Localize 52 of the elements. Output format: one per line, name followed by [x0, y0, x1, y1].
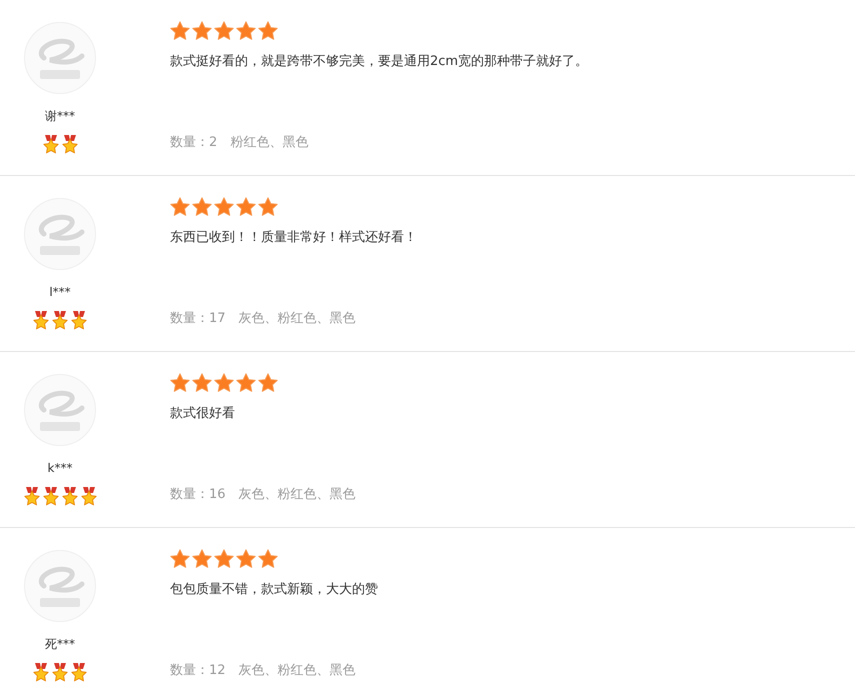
review-text: 包包质量不错，款式新颖，大大的赞	[170, 581, 379, 599]
star-icon	[192, 373, 212, 393]
star-icon	[192, 197, 212, 217]
color-options-text: 灰色、粉红色、黑色	[238, 486, 356, 504]
avatar-placeholder	[24, 550, 96, 622]
medal-icon	[52, 663, 68, 682]
quantity-text: 数量：2	[170, 134, 218, 152]
medal-icon	[62, 135, 78, 154]
star-icon	[214, 21, 234, 41]
medal-icon	[33, 311, 49, 330]
star-icon	[170, 197, 190, 217]
color-options-text: 粉红色、黑色	[230, 134, 308, 152]
avatar-placeholder	[24, 374, 96, 446]
avatar-placeholder	[24, 198, 96, 270]
star-icon	[258, 549, 278, 569]
star-icon	[236, 373, 256, 393]
star-icon	[258, 21, 278, 41]
quantity-text: 数量：17	[170, 310, 226, 328]
medal-icon	[33, 663, 49, 682]
username: 谢***	[45, 108, 75, 124]
username: l***	[49, 284, 71, 300]
medal-icon	[52, 311, 68, 330]
medal-icon	[42, 135, 58, 154]
quantity-text: 数量：16	[170, 486, 226, 504]
medal-icon	[80, 487, 96, 506]
star-icon	[170, 21, 190, 41]
star-icon	[214, 373, 234, 393]
quantity-text: 数量：12	[170, 662, 226, 680]
medal-icon	[71, 663, 87, 682]
color-options-text: 灰色、粉红色、黑色	[238, 662, 356, 680]
medal-icon	[62, 487, 78, 506]
star-icon	[236, 197, 256, 217]
avatar-placeholder	[24, 22, 96, 94]
star-icon	[192, 21, 212, 41]
star-icon	[170, 373, 190, 393]
star-icon	[258, 373, 278, 393]
color-options-text: 灰色、粉红色、黑色	[238, 310, 356, 328]
star-icon	[258, 197, 278, 217]
star-icon	[236, 21, 256, 41]
review-text: 款式很好看	[170, 405, 236, 423]
medal-icon	[42, 487, 58, 506]
star-icon	[236, 549, 256, 569]
username: 死***	[45, 636, 75, 652]
username: k***	[48, 460, 72, 476]
medal-icon	[71, 311, 87, 330]
star-icon	[214, 197, 234, 217]
review-text: 款式挺好看的，就是跨带不够完美，要是通用2cm宽的那种带子就好了。	[170, 53, 590, 71]
star-icon	[192, 549, 212, 569]
medal-icon	[24, 487, 40, 506]
star-icon	[170, 549, 190, 569]
review-text: 东西已收到！！质量非常好！样式还好看！	[170, 229, 418, 247]
star-icon	[214, 549, 234, 569]
